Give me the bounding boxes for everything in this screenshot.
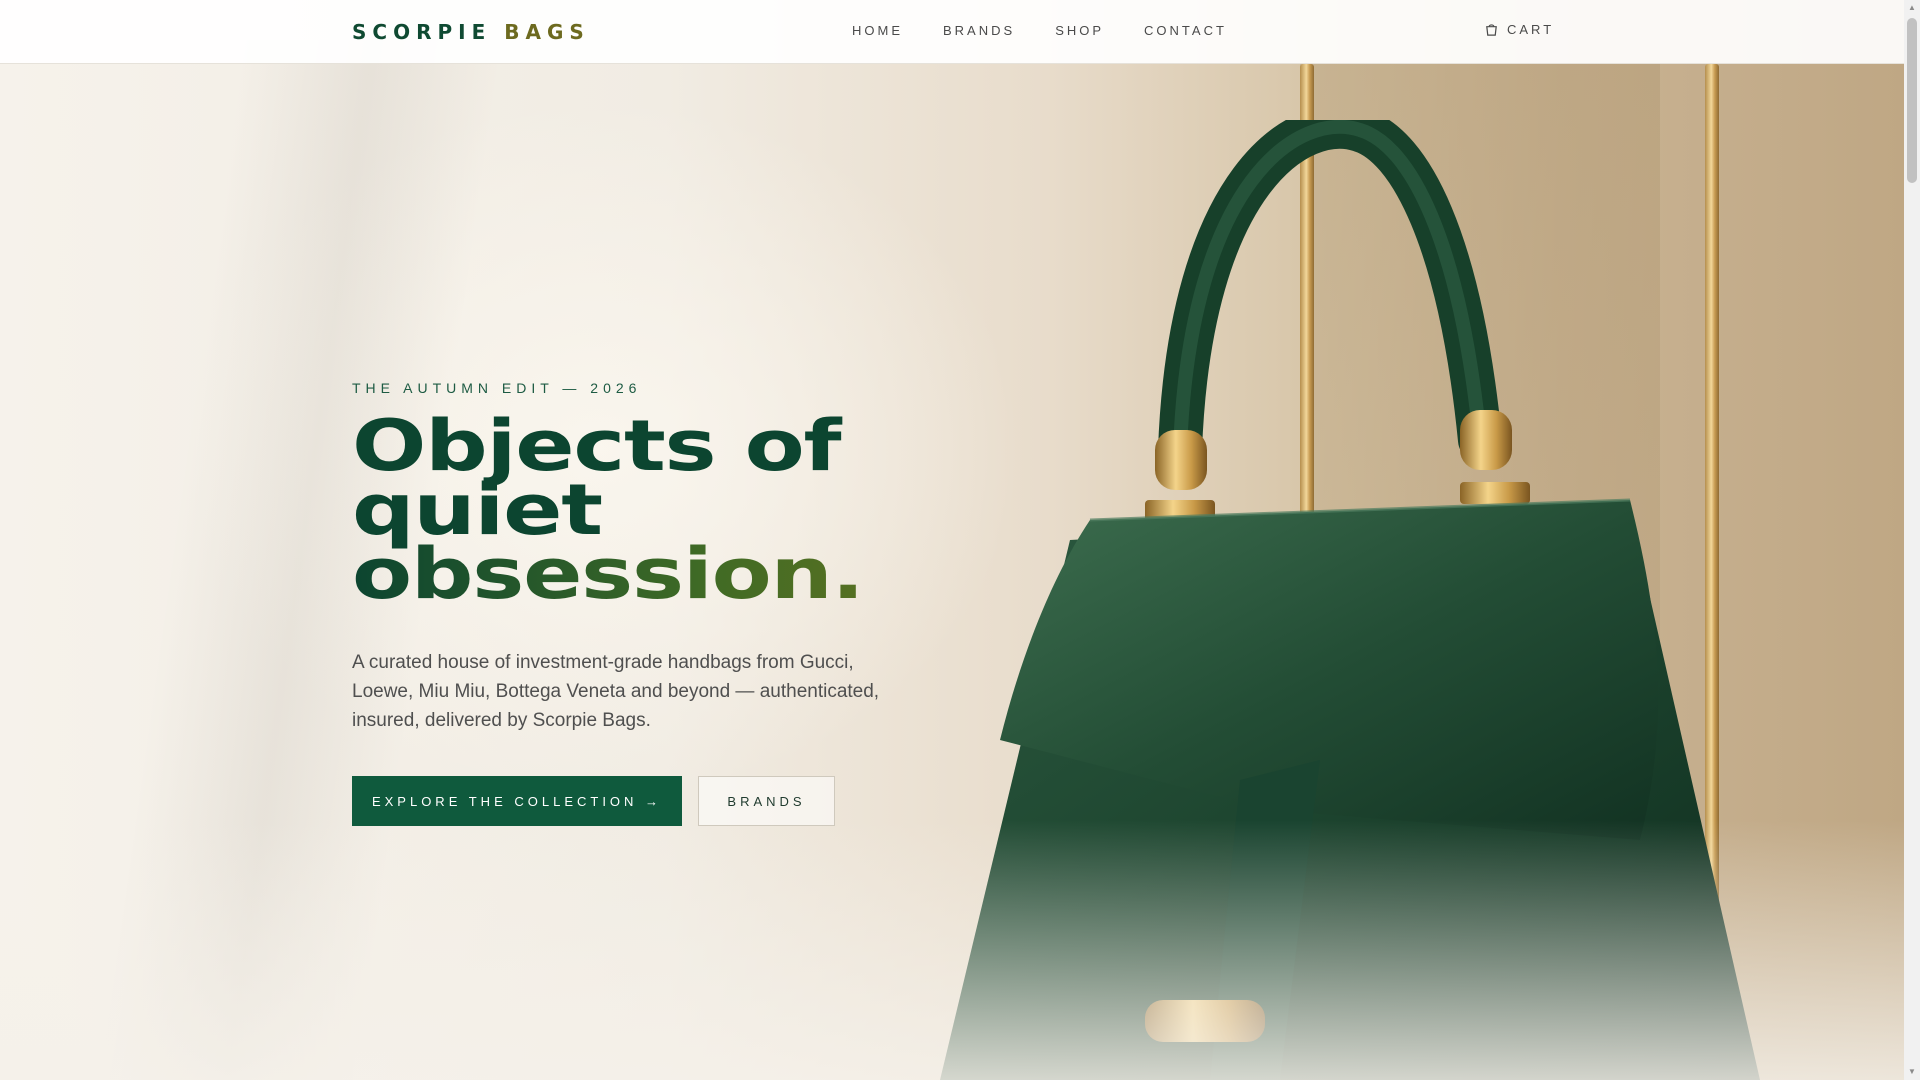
hero-description: A curated house of investment-grade hand…: [352, 652, 880, 731]
page-scrollbar[interactable]: ▲ ▼: [1904, 0, 1920, 1080]
brand-name-primary: SCORPIE: [352, 20, 492, 44]
hero-eyebrow: THE AUTUMN EDIT — 2026: [352, 380, 642, 396]
nav-link-contact[interactable]: CONTACT: [1144, 23, 1227, 38]
top-navigation: SCORPIE BAGS HOME BRANDS SHOP CONTACT CA…: [0, 0, 1904, 64]
explore-collection-button[interactable]: EXPLORE THE COLLECTION →: [352, 776, 682, 826]
nav-link-home[interactable]: HOME: [852, 23, 903, 38]
brand-logo[interactable]: SCORPIE BAGS: [352, 20, 590, 44]
headline-line-3: obsession.: [352, 539, 1127, 609]
scrollbar-thumb[interactable]: [1907, 18, 1917, 183]
brands-button[interactable]: BRANDS: [698, 776, 835, 826]
hero-headline: Objects of quiet obsession.: [352, 411, 1127, 609]
brand-name-accent: BAGS: [504, 20, 590, 44]
nav-link-shop[interactable]: SHOP: [1055, 23, 1104, 38]
scroll-up-arrow-icon[interactable]: ▲: [1904, 0, 1920, 16]
cart-link[interactable]: CART: [1484, 22, 1554, 37]
cart-label: CART: [1507, 22, 1555, 37]
shopping-bag-icon: [1486, 24, 1497, 36]
main-menu: HOME BRANDS SHOP CONTACT: [852, 23, 1227, 38]
scroll-down-arrow-icon[interactable]: ▼: [1904, 1064, 1920, 1080]
nav-link-brands[interactable]: BRANDS: [943, 23, 1015, 38]
